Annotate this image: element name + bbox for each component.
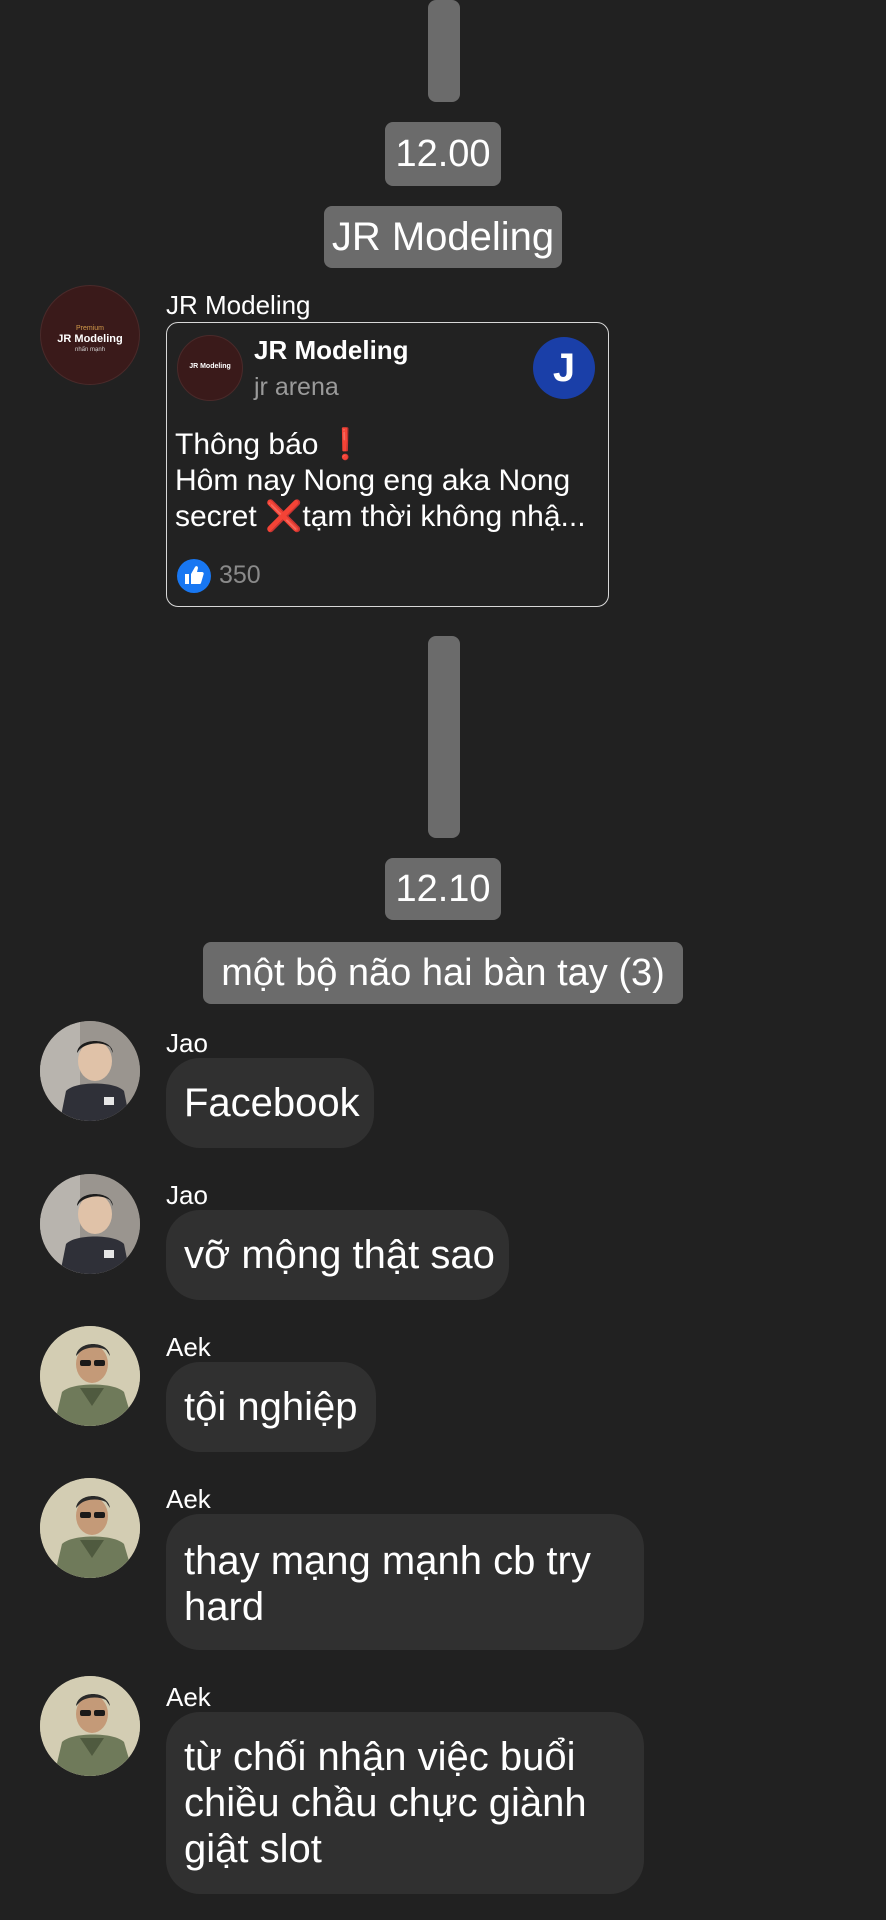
- shared-post-card[interactable]: JR Modeling JR Modeling jr arena J Thông…: [166, 322, 609, 607]
- message-bubble[interactable]: vỡ mộng thật sao: [166, 1210, 509, 1300]
- message-bubble[interactable]: thay mạng mạnh cb try hard: [166, 1514, 644, 1650]
- sender-name: Aek: [166, 1332, 211, 1362]
- sender-name: Aek: [166, 1484, 211, 1514]
- person-icon: [40, 1478, 140, 1578]
- avatar-jao[interactable]: [40, 1174, 140, 1274]
- post-text: Thông báo ❗ Hôm nay Nong eng aka Nong se…: [175, 428, 586, 533]
- message-bubble[interactable]: từ chối nhận việc buổi chiều chầu chực g…: [166, 1712, 644, 1894]
- page-avatar: JR Modeling: [177, 335, 243, 401]
- chat-screen: 12.00 JR Modeling Premium JR Modeling nh…: [0, 0, 886, 1920]
- person-icon: [40, 1326, 140, 1426]
- timestamp-pill: 12.10: [385, 858, 501, 920]
- avatar-aek[interactable]: [40, 1478, 140, 1578]
- post-page-title: JR Modeling: [254, 335, 409, 365]
- avatar[interactable]: Premium JR Modeling nhấn mạnh: [40, 285, 140, 385]
- j-badge-icon: J: [533, 337, 595, 399]
- group-name-pill[interactable]: một bộ não hai bàn tay (3): [203, 942, 683, 1004]
- thread-connector: [428, 0, 460, 102]
- like-icon: [177, 559, 211, 593]
- avatar-aek[interactable]: [40, 1326, 140, 1426]
- avatar-aek[interactable]: [40, 1676, 140, 1776]
- group-name-pill[interactable]: JR Modeling: [324, 206, 562, 268]
- sender-name: JR Modeling: [166, 290, 311, 320]
- sender-name: Jao: [166, 1180, 208, 1210]
- message-bubble[interactable]: Facebook: [166, 1058, 374, 1148]
- thread-connector: [428, 636, 460, 838]
- sender-name: Aek: [166, 1682, 211, 1712]
- sender-name: Jao: [166, 1028, 208, 1058]
- timestamp-pill: 12.00: [385, 122, 501, 186]
- like-count: 350: [219, 561, 261, 589]
- person-icon: [40, 1021, 140, 1121]
- message-bubble[interactable]: tội nghiệp: [166, 1362, 376, 1452]
- avatar-jao[interactable]: [40, 1021, 140, 1121]
- person-icon: [40, 1676, 140, 1776]
- avatar-logo-text: Premium JR Modeling nhấn mạnh: [57, 325, 123, 353]
- person-icon: [40, 1174, 140, 1274]
- post-page-subtitle: jr arena: [254, 373, 339, 401]
